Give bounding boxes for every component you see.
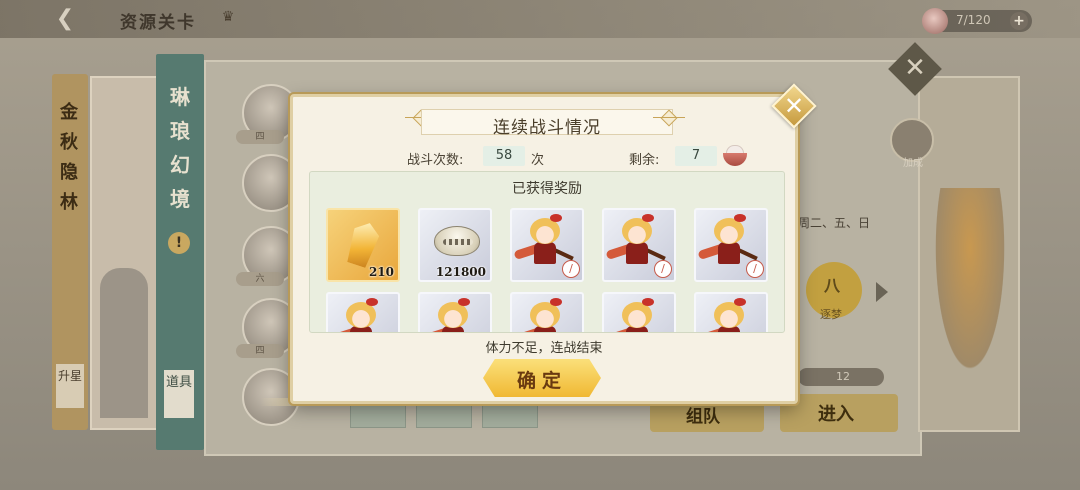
battles-unit: 次 xyxy=(531,153,545,168)
page-title: 资源关卡 xyxy=(120,13,196,33)
remaining-label: 剩余: xyxy=(629,153,660,168)
avatar-label: 六 xyxy=(236,272,284,286)
difficulty-number: 八 xyxy=(824,276,841,295)
feather-badge-icon: ∕ xyxy=(654,260,672,278)
battles-value: 58 xyxy=(483,146,525,166)
title-ornament-right xyxy=(653,114,685,122)
battles-label: 战斗次数: xyxy=(407,153,464,168)
avatar-label: 四 xyxy=(236,130,284,144)
difficulty-label: 逐梦 xyxy=(820,308,842,321)
portrait-figure xyxy=(100,268,148,418)
reward-item-shikigami[interactable] xyxy=(418,292,492,332)
close-icon: ✕ xyxy=(783,92,805,120)
reward-item-crystal[interactable]: 210 xyxy=(326,208,400,282)
reward-item-coins[interactable]: 121800 xyxy=(418,208,492,282)
stage-tab-left[interactable]: 金秋隐林 升星 xyxy=(52,74,88,430)
stage-tab-active[interactable]: 琳琅幻境 ! 道具 xyxy=(156,54,204,450)
add-stamina-button[interactable]: + xyxy=(1010,12,1028,30)
stamina-value: 7/120 xyxy=(956,13,991,27)
schedule-text: 周二、五、日 xyxy=(798,216,871,230)
dialog-title-ribbon: 连续战斗情况 xyxy=(421,109,673,138)
avatar-label: 四 xyxy=(236,344,284,358)
rewards-panel: 已获得奖励 210 121800 ∕ ∕ ∕ xyxy=(309,171,785,333)
reward-item-shikigami[interactable]: ∕ xyxy=(602,208,676,282)
reward-item-shikigami[interactable]: ∕ xyxy=(694,208,768,282)
remaining-value: 7 xyxy=(675,146,717,166)
shikigami-art xyxy=(918,76,1020,432)
bottom-slot[interactable] xyxy=(350,404,406,428)
feather-badge-icon: ∕ xyxy=(746,260,764,278)
top-bar: ❮ 资源关卡 ♛ 7/120 + xyxy=(0,0,1080,38)
enter-button-label: 进入 xyxy=(818,404,854,425)
feather-badge-icon: ∕ xyxy=(562,260,580,278)
dialog-close-button[interactable]: ✕ xyxy=(771,83,817,129)
back-arrow-icon[interactable]: ❮ xyxy=(52,6,78,32)
upgrade-star-button[interactable]: 升星 xyxy=(56,364,84,408)
confirm-button-label: 确定 xyxy=(516,370,567,392)
phoenix-figure xyxy=(930,188,1010,388)
rice-bowl-icon xyxy=(723,145,747,167)
character-portrait xyxy=(90,76,160,430)
reward-count: 121800 xyxy=(435,265,486,279)
confirm-button[interactable]: 确定 xyxy=(483,359,601,397)
dialog-title: 连续战斗情况 xyxy=(493,118,601,138)
status-message: 体力不足，连战结束 xyxy=(485,341,603,356)
reward-count: 210 xyxy=(368,265,394,279)
stage-tab-left-label: 金秋隐林 xyxy=(60,102,78,213)
bottom-slot[interactable] xyxy=(482,404,538,428)
crown-icon: ♛ xyxy=(221,9,235,25)
rice-bowl-icon xyxy=(922,8,948,34)
level-value: 12 xyxy=(836,370,850,383)
bonus-badge-label: 加成 xyxy=(903,158,923,169)
reward-item-shikigami[interactable] xyxy=(326,292,400,332)
reward-item-shikigami[interactable]: ∕ xyxy=(510,208,584,282)
rewards-heading: 已获得奖励 xyxy=(512,181,582,197)
stamina-counter: 7/120 + xyxy=(922,8,1032,34)
reward-item-shikigami[interactable] xyxy=(694,292,768,332)
next-arrow-icon[interactable] xyxy=(876,282,888,302)
items-button[interactable]: 道具 xyxy=(164,370,194,418)
close-icon: ✕ xyxy=(904,53,926,83)
gold-crystal-icon xyxy=(344,219,382,269)
battle-result-dialog: 连续战斗情况 战斗次数: 58 次 剩余: 7 已获得奖励 210 121800… xyxy=(290,94,798,404)
stage-tab-active-label: 琳琅幻境 xyxy=(170,85,190,211)
coin-shell-icon xyxy=(434,226,480,256)
bottom-slot[interactable] xyxy=(416,404,472,428)
reward-item-shikigami[interactable] xyxy=(602,292,676,332)
reward-item-shikigami[interactable] xyxy=(510,292,584,332)
alert-icon: ! xyxy=(168,232,190,254)
